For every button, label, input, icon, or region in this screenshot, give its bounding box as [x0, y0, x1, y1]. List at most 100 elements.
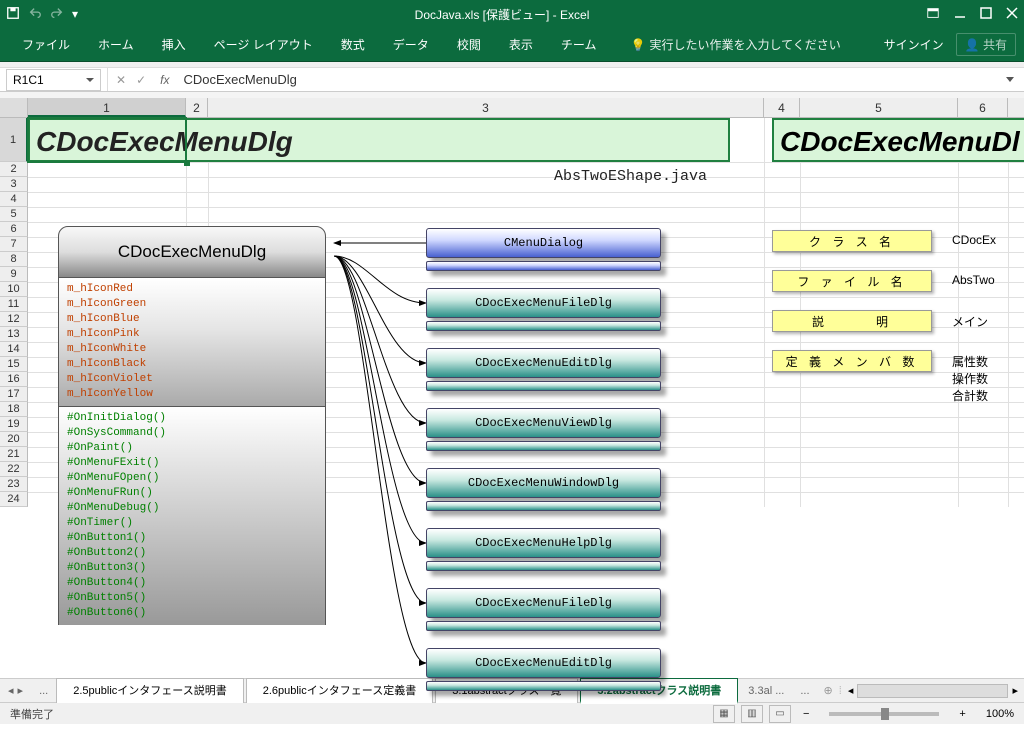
row-header[interactable]: 13 [0, 327, 28, 342]
redo-icon[interactable] [50, 6, 64, 23]
zoom-out-button[interactable]: − [797, 708, 815, 720]
row-header[interactable]: 23 [0, 477, 28, 492]
row-header[interactable]: 2 [0, 162, 28, 177]
worksheet[interactable]: 123456 123456789101112131415161718192021… [0, 98, 1024, 678]
class-operation: #OnButton5() [67, 591, 317, 606]
row-header[interactable]: 15 [0, 357, 28, 372]
column-header[interactable]: 1 [28, 98, 186, 117]
row-header[interactable]: 10 [0, 282, 28, 297]
scroll-right-icon[interactable]: ▸ [1012, 684, 1018, 697]
close-button[interactable] [1006, 7, 1018, 22]
ribbon-tab[interactable]: ページ レイアウト [200, 30, 327, 59]
scroll-left-icon[interactable]: ◂ [848, 684, 854, 697]
row-header[interactable]: 11 [0, 297, 28, 312]
property-value: メイン [952, 313, 988, 330]
view-page-layout-button[interactable]: ▥ [741, 705, 763, 723]
undo-icon[interactable] [28, 6, 42, 23]
class-operation: #OnMenuDebug() [67, 501, 317, 516]
related-class-bar [426, 501, 661, 511]
share-button[interactable]: 👤 共有 [956, 33, 1016, 56]
view-page-break-button[interactable]: ▭ [769, 705, 791, 723]
tab-suffix[interactable]: 3.3al ... [740, 682, 792, 700]
related-class-bar [426, 321, 661, 331]
row-header[interactable]: 18 [0, 402, 28, 417]
row-header[interactable]: 20 [0, 432, 28, 447]
row-header[interactable]: 16 [0, 372, 28, 387]
tab-nav-first[interactable]: ◂ [8, 684, 14, 697]
horizontal-scrollbar[interactable]: ◂ ▸ [842, 684, 1024, 698]
class-name-header: CDocExecMenuDlg [58, 226, 326, 278]
tab-nav-next[interactable]: ▸ [18, 684, 24, 697]
confirm-icon[interactable]: ✓ [136, 73, 146, 87]
fx-label[interactable]: fx [154, 73, 175, 87]
row-header[interactable]: 4 [0, 192, 28, 207]
column-header[interactable]: 3 [208, 98, 764, 117]
ribbon-tab[interactable]: 挿入 [148, 30, 200, 59]
class-attributes: m_hIconRedm_hIconGreenm_hIconBluem_hIcon… [58, 278, 326, 406]
tab-more[interactable]: ... [792, 682, 817, 700]
signin-link[interactable]: サインイン [884, 36, 944, 53]
class-operation: #OnMenuFRun() [67, 486, 317, 501]
minimize-button[interactable] [954, 7, 966, 22]
row-header[interactable]: 7 [0, 237, 28, 252]
class-operation: #OnPaint() [67, 441, 317, 456]
formula-expand-icon[interactable] [1006, 77, 1014, 82]
save-icon[interactable] [6, 6, 20, 23]
row-header[interactable]: 8 [0, 252, 28, 267]
ribbon-tab[interactable]: ファイル [8, 30, 84, 59]
cancel-icon[interactable]: ✕ [116, 73, 126, 87]
select-all-cell[interactable] [0, 98, 28, 117]
formula-input[interactable] [175, 68, 1006, 91]
row-header[interactable]: 17 [0, 387, 28, 402]
column-headers: 123456 [0, 98, 1024, 118]
related-class-box: CDocExecMenuEditDlg [426, 348, 661, 378]
maximize-button[interactable] [980, 7, 992, 22]
view-normal-button[interactable]: ▦ [713, 705, 735, 723]
zoom-in-button[interactable]: + [953, 708, 971, 720]
row-header[interactable]: 1 [0, 118, 28, 162]
row-header[interactable]: 5 [0, 207, 28, 222]
related-class-bar [426, 261, 661, 271]
search-box[interactable]: 💡 実行したい作業を入力してください [630, 36, 840, 53]
row-header[interactable]: 9 [0, 267, 28, 282]
class-operation: #OnButton2() [67, 546, 317, 561]
column-header[interactable]: 4 [764, 98, 800, 117]
row-header[interactable]: 3 [0, 177, 28, 192]
class-operation: #OnInitDialog() [67, 411, 317, 426]
row-header[interactable]: 6 [0, 222, 28, 237]
row-header[interactable]: 19 [0, 417, 28, 432]
fill-handle[interactable] [184, 160, 190, 166]
sheet-tab[interactable]: 2.5publicインタフェース説明書 [56, 678, 243, 703]
row-header[interactable]: 21 [0, 447, 28, 462]
row-header[interactable]: 22 [0, 462, 28, 477]
formula-bar: R1C1 ✕ ✓ fx [0, 68, 1024, 92]
row-header[interactable]: 24 [0, 492, 28, 507]
tab-prefix[interactable]: ... [31, 682, 56, 700]
class-operation: #OnMenuFExit() [67, 456, 317, 471]
ribbon-options-icon[interactable] [926, 6, 940, 23]
property-label-badge: フ ァ イ ル 名 [772, 270, 932, 292]
sheet-tab[interactable]: 2.6publicインタフェース定義書 [246, 678, 433, 703]
class-operation: #OnTimer() [67, 516, 317, 531]
cells-area[interactable]: CDocExecMenuDlg AbsTwoEShape.java CDocEx… [28, 118, 1024, 507]
row-header[interactable]: 14 [0, 342, 28, 357]
zoom-level[interactable]: 100% [986, 708, 1014, 720]
name-box[interactable]: R1C1 [6, 69, 101, 91]
ribbon-tab[interactable]: データ [379, 30, 443, 59]
ribbon-tab[interactable]: チーム [547, 30, 611, 59]
row-header[interactable]: 12 [0, 312, 28, 327]
column-header[interactable]: 6 [958, 98, 1008, 117]
column-header[interactable]: 2 [186, 98, 208, 117]
ribbon: ファイルホーム挿入ページ レイアウト数式データ校閲表示チーム 💡 実行したい作業… [0, 28, 1024, 62]
ribbon-tab[interactable]: 表示 [495, 30, 547, 59]
ribbon-tab[interactable]: 校閲 [443, 30, 495, 59]
ribbon-tab[interactable]: 数式 [327, 30, 379, 59]
search-placeholder: 実行したい作業を入力してください [649, 36, 840, 53]
zoom-slider[interactable] [829, 712, 939, 716]
property-value: 合計数 [952, 387, 988, 404]
column-header[interactable]: 5 [800, 98, 958, 117]
ribbon-tab[interactable]: ホーム [84, 30, 148, 59]
class-title-cell: CDocExecMenuDlg [28, 118, 730, 162]
class-operation: #OnButton4() [67, 576, 317, 591]
related-class-bar [426, 381, 661, 391]
